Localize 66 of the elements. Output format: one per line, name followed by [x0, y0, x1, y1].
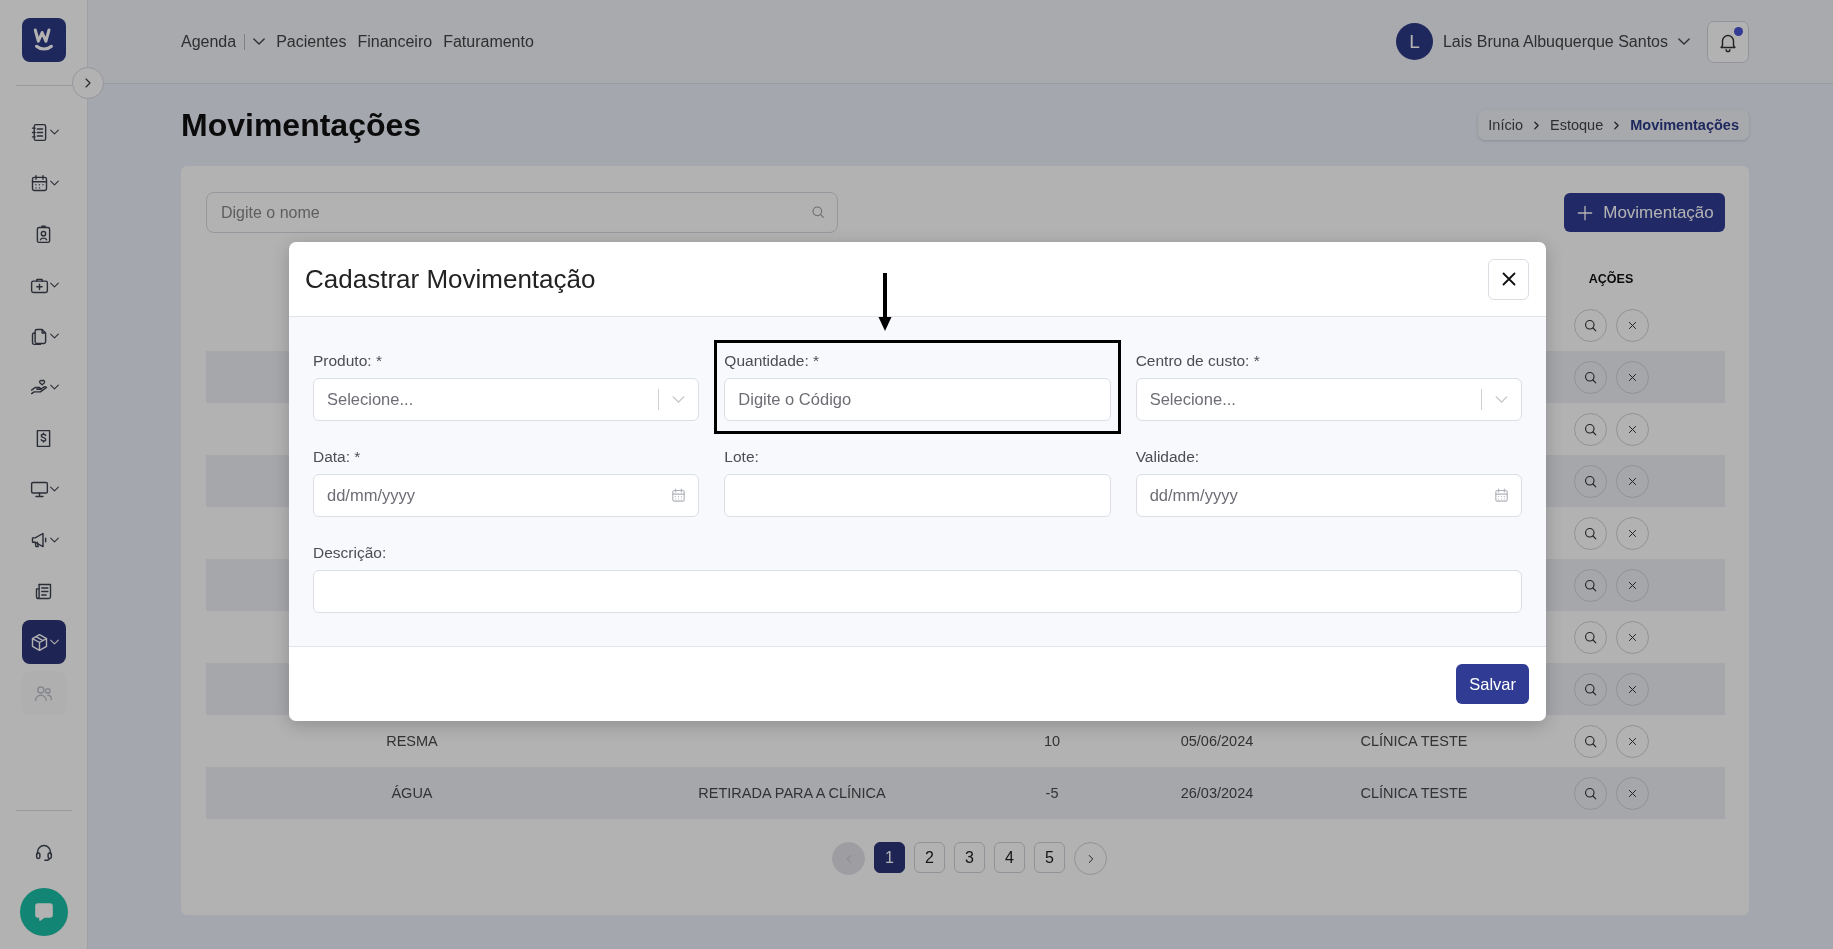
- caret-icon: [49, 333, 59, 339]
- close-button[interactable]: [1488, 258, 1529, 300]
- app-logo[interactable]: [21, 18, 66, 62]
- field-label: Descrição:: [313, 543, 388, 563]
- breadcrumb-link[interactable]: Movimentações: [1630, 117, 1739, 133]
- page-button[interactable]: 1: [874, 842, 905, 873]
- search-icon: [810, 204, 826, 220]
- input-field[interactable]: Digite o Código: [724, 378, 1111, 421]
- notifications-button[interactable]: [1707, 20, 1749, 63]
- nav-link[interactable]: Financeiro: [357, 32, 433, 51]
- caret-icon: [49, 537, 59, 543]
- caret-icon: [49, 486, 59, 492]
- nav-link[interactable]: Pacientes: [276, 32, 347, 51]
- table-cell: RESMA: [386, 733, 438, 749]
- chevron-down-icon: [1495, 396, 1508, 403]
- calendar-icon: [1493, 487, 1510, 504]
- add-movement-button[interactable]: Movimentação: [1564, 193, 1725, 232]
- nav-link[interactable]: Faturamento: [443, 32, 534, 51]
- table-cell: RETIRADA PARA A CLÍNICA: [698, 785, 886, 801]
- field-label: Validade:: [1135, 447, 1201, 467]
- select-field[interactable]: Selecione...: [313, 378, 700, 421]
- sidebar-toggle-button[interactable]: [72, 67, 104, 99]
- field-label: Centro de custo: *: [1135, 351, 1261, 371]
- table-cell: CLÍNICA TESTE: [1360, 733, 1468, 749]
- table-cell: CLÍNICA TESTE: [1360, 785, 1468, 801]
- table-cell: 26/03/2024: [1180, 785, 1254, 801]
- save-button[interactable]: Salvar: [1456, 664, 1529, 704]
- caret-icon: [1678, 38, 1690, 45]
- user-menu[interactable]: L Lais Bruna Albuquerque Santos: [1395, 23, 1690, 60]
- page-button[interactable]: 5: [1034, 842, 1065, 873]
- field-label: Quantidade: *: [724, 351, 821, 371]
- page-title: Movimentações: [181, 106, 422, 144]
- caret-icon: [253, 38, 266, 45]
- caret-icon: [49, 129, 59, 135]
- table-cell: 10: [1043, 733, 1061, 749]
- date-field[interactable]: dd/mm/yyyy: [1135, 474, 1522, 517]
- column-header: AÇÕES: [1588, 271, 1634, 286]
- chat-button[interactable]: [19, 888, 68, 936]
- caret-icon: [49, 384, 59, 390]
- sidebar-item[interactable]: [21, 620, 66, 664]
- field-label: Lote:: [724, 447, 760, 467]
- table-cell: ÁGUA: [391, 785, 433, 801]
- caret-icon: [49, 180, 59, 186]
- input-field[interactable]: [313, 570, 1522, 613]
- breadcrumb-link[interactable]: Início: [1488, 117, 1523, 133]
- field-label: Produto: *: [313, 351, 383, 371]
- user-name: Lais Bruna Albuquerque Santos: [1442, 32, 1668, 51]
- page-button[interactable]: 4: [994, 842, 1025, 873]
- field-label: Data: *: [313, 447, 362, 467]
- page-button[interactable]: 3: [954, 842, 985, 873]
- select-field[interactable]: Selecione...: [1135, 378, 1522, 421]
- input-field[interactable]: [724, 474, 1111, 517]
- table-cell: -5: [1045, 785, 1059, 801]
- breadcrumb-link[interactable]: Estoque: [1550, 117, 1604, 133]
- chevron-down-icon: [672, 396, 686, 403]
- search-field[interactable]: Digite o nome: [206, 192, 838, 233]
- annotation-arrow: [878, 273, 893, 333]
- table-cell: 05/06/2024: [1180, 733, 1254, 749]
- calendar-icon: [670, 487, 688, 504]
- caret-icon: [49, 282, 59, 288]
- page-button[interactable]: 2: [914, 842, 945, 873]
- caret-icon: [49, 639, 59, 645]
- date-field[interactable]: dd/mm/yyyy: [313, 474, 700, 517]
- nav-link[interactable]: Agenda: [181, 32, 266, 51]
- user-avatar: L: [1395, 23, 1433, 60]
- modal-title: Cadastrar Movimentação: [305, 263, 596, 295]
